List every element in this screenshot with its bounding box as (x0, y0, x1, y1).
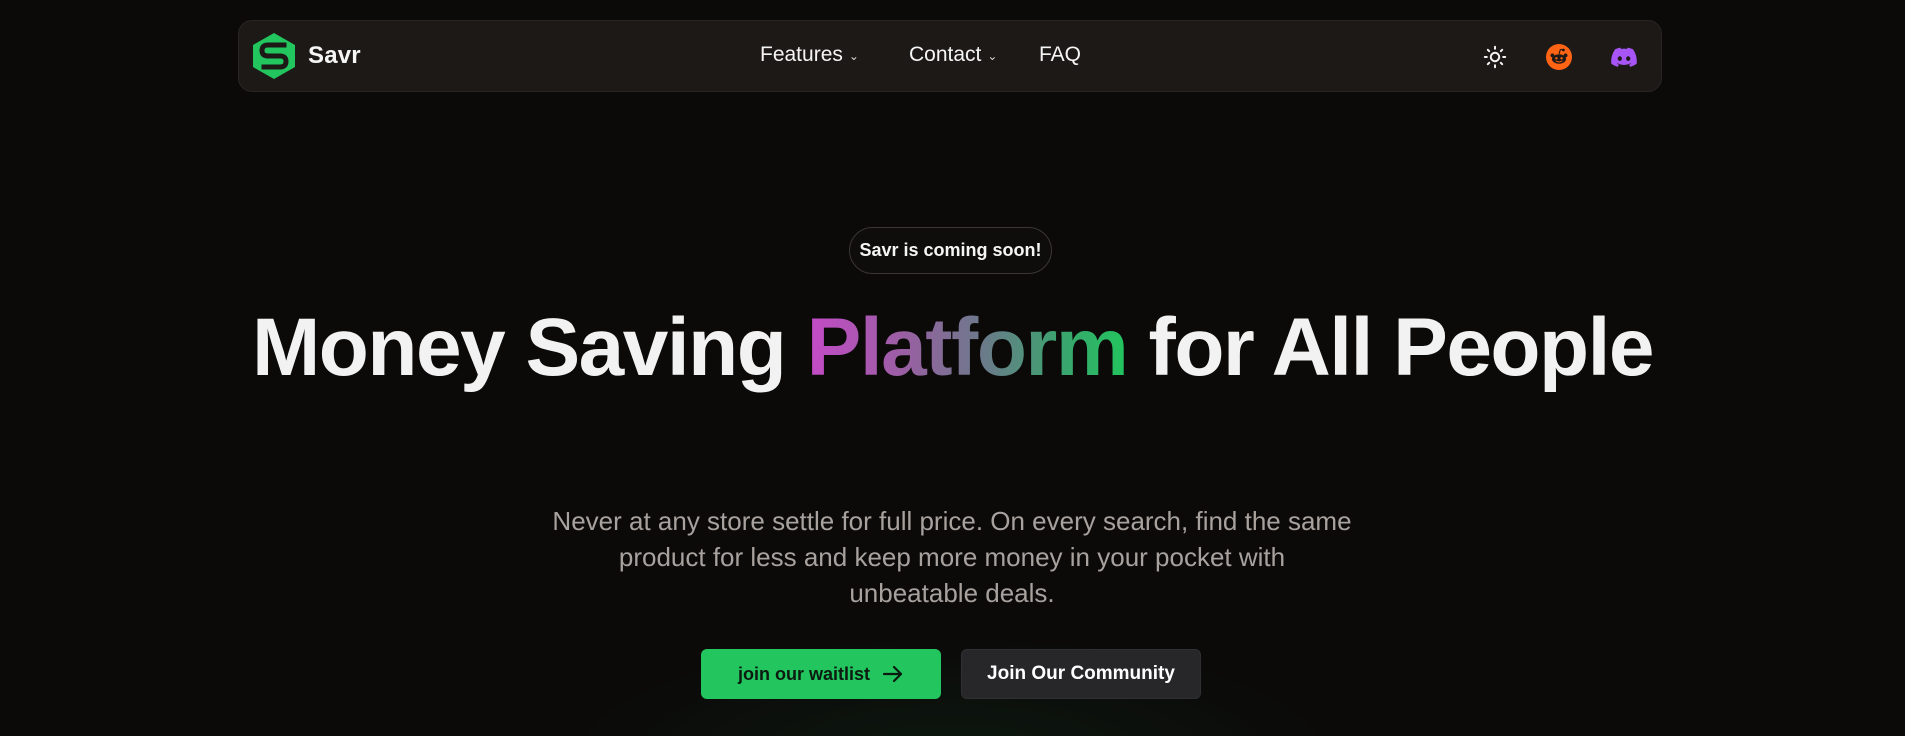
reddit-icon (1546, 44, 1572, 70)
nav-features-label: Features (760, 43, 843, 66)
hero-subtext: Never at any store settle for full price… (552, 506, 1352, 608)
nav-contact-label: Contact (909, 43, 982, 66)
hero-headline: Money Saving Platform for All People (0, 307, 1905, 389)
navbar: Savr Features ⌄ Contact ⌄ FAQ (238, 20, 1662, 92)
join-community-button[interactable]: Join Our Community (961, 649, 1201, 699)
reddit-link[interactable] (1543, 41, 1575, 73)
headline-highlight: Platform (806, 302, 1129, 393)
join-waitlist-button[interactable]: join our waitlist (701, 649, 941, 699)
community-button-label: Join Our Community (987, 663, 1175, 684)
cta-row: join our waitlist Join Our Community (0, 649, 1905, 699)
discord-link[interactable] (1608, 41, 1640, 73)
chevron-down-icon: ⌄ (987, 49, 998, 63)
sun-icon (1483, 45, 1507, 69)
arrow-right-icon (882, 665, 903, 683)
coming-soon-badge: Savr is coming soon! (849, 227, 1052, 274)
waitlist-button-label: join our waitlist (737, 663, 870, 684)
badge-text: Savr is coming soon! (859, 240, 1042, 260)
chevron-down-icon: ⌄ (848, 49, 859, 63)
nav-contact-dropdown[interactable]: Contact ⌄ (909, 43, 997, 67)
headline-text-end: for All People (1127, 302, 1655, 393)
nav-links: Features ⌄ Contact ⌄ FAQ (239, 21, 1661, 91)
nav-faq-label: FAQ (1039, 43, 1082, 66)
nav-features-dropdown[interactable]: Features ⌄ (760, 43, 859, 67)
discord-icon (1611, 47, 1637, 67)
headline-text-start: Money Saving (252, 302, 807, 393)
nav-faq-link[interactable]: FAQ (1039, 43, 1081, 67)
theme-toggle-button[interactable] (1479, 41, 1511, 73)
